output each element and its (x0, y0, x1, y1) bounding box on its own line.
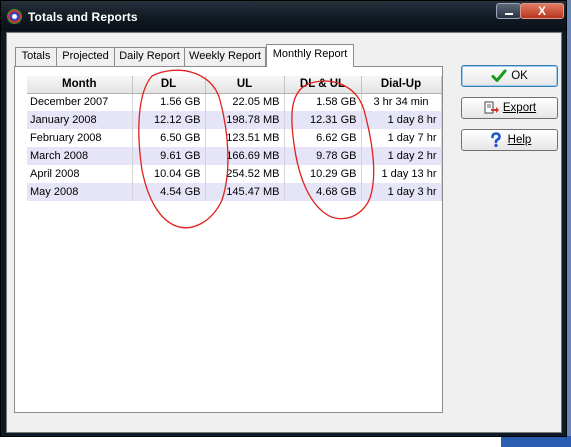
cell-dl: 1.56 GB (132, 93, 206, 111)
export-button[interactable]: Export (461, 97, 558, 119)
cell-dl-ul: 10.29 GB (284, 165, 362, 183)
cell-month: March 2008 (27, 147, 133, 165)
question-icon (490, 132, 501, 148)
monthly-report-table: Month DL UL DL & UL Dial-Up December 200… (27, 76, 442, 201)
dialog-client-area: Totals Projected Daily Report Weekly Rep… (6, 32, 562, 433)
column-header-dial-up[interactable]: Dial-Up (361, 76, 442, 94)
table-row[interactable]: May 2008 4.54 GB 145.47 MB 4.68 GB 1 day… (27, 183, 442, 201)
cell-ul: 145.47 MB (205, 183, 285, 201)
close-button[interactable]: X (520, 3, 564, 19)
cell-ul: 254.52 MB (205, 165, 285, 183)
cell-dl-ul: 9.78 GB (284, 147, 362, 165)
cell-dl-ul: 4.68 GB (284, 183, 362, 201)
app-logo-icon (7, 9, 22, 24)
cell-ul: 166.69 MB (205, 147, 285, 165)
tab-totals[interactable]: Totals (15, 47, 57, 66)
help-button[interactable]: Help (461, 129, 558, 151)
table-row[interactable]: January 2008 12.12 GB 198.78 MB 12.31 GB… (27, 111, 442, 129)
cell-month: December 2007 (27, 93, 133, 111)
cell-dl: 6.50 GB (132, 129, 206, 147)
checkmark-icon (491, 69, 507, 82)
taskbar-edge (0, 436, 571, 447)
cell-dl: 4.54 GB (132, 183, 206, 201)
cell-dial-up: 1 day 3 hr (361, 183, 442, 201)
tab-weekly-report[interactable]: Weekly Report (184, 47, 266, 66)
column-header-dl[interactable]: DL (132, 76, 206, 94)
cell-dial-up: 3 hr 34 min (361, 93, 442, 111)
column-header-dl-ul[interactable]: DL & UL (284, 76, 362, 94)
cell-dl-ul: 1.58 GB (284, 93, 362, 111)
cell-month: February 2008 (27, 129, 133, 147)
table-row[interactable]: February 2008 6.50 GB 123.51 MB 6.62 GB … (27, 129, 442, 147)
cell-dl: 10.04 GB (132, 165, 206, 183)
minimize-button[interactable] (496, 3, 521, 19)
cell-dl-ul: 6.62 GB (284, 129, 362, 147)
cell-ul: 123.51 MB (205, 129, 285, 147)
cell-dial-up: 1 day 7 hr (361, 129, 442, 147)
table-row[interactable]: April 2008 10.04 GB 254.52 MB 10.29 GB 1… (27, 165, 442, 183)
cell-dl-ul: 12.31 GB (284, 111, 362, 129)
title-bar[interactable]: Totals and Reports X (1, 1, 566, 31)
tab-projected[interactable]: Projected (56, 47, 115, 66)
column-header-month[interactable]: Month (27, 76, 133, 94)
cell-dial-up: 1 day 2 hr (361, 147, 442, 165)
help-label: Help (507, 134, 532, 146)
cell-month: January 2008 (27, 111, 133, 129)
window-title: Totals and Reports (28, 10, 138, 24)
column-header-ul[interactable]: UL (205, 76, 285, 94)
cell-dial-up: 1 day 8 hr (361, 111, 442, 129)
cell-month: May 2008 (27, 183, 133, 201)
ok-label: OK (511, 70, 528, 82)
ok-button[interactable]: OK (461, 65, 558, 87)
export-label: Export (502, 102, 537, 114)
cell-dl: 9.61 GB (132, 147, 206, 165)
cell-ul: 198.78 MB (205, 111, 285, 129)
tab-daily-report[interactable]: Daily Report (114, 47, 185, 66)
table-row[interactable]: March 2008 9.61 GB 166.69 MB 9.78 GB 1 d… (27, 147, 442, 165)
cell-dl: 12.12 GB (132, 111, 206, 129)
cell-ul: 22.05 MB (205, 93, 285, 111)
totals-reports-window: Totals and Reports X Totals Projected Da… (0, 0, 567, 437)
cell-month: April 2008 (27, 165, 133, 183)
table-row[interactable]: December 2007 1.56 GB 22.05 MB 1.58 GB 3… (27, 93, 442, 111)
export-icon (484, 101, 499, 114)
cell-dial-up: 1 day 13 hr (361, 165, 442, 183)
monthly-report-panel: Month DL UL DL & UL Dial-Up December 200… (14, 66, 443, 413)
tab-monthly-report[interactable]: Monthly Report (266, 44, 354, 67)
